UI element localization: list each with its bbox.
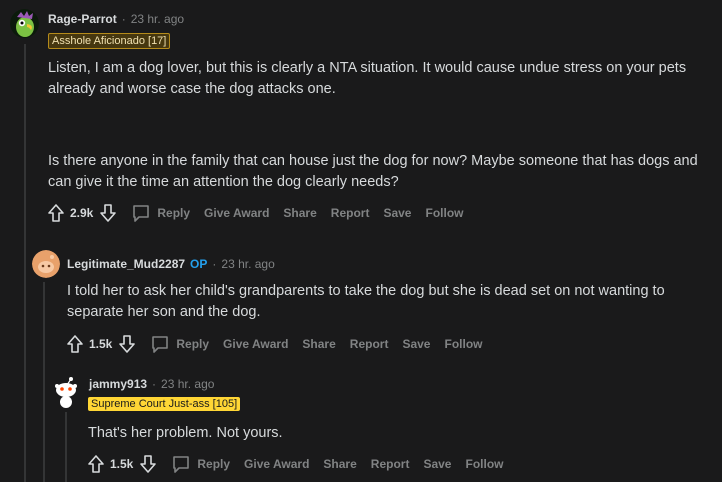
separator-dot: ·: [152, 377, 157, 391]
share-button[interactable]: Share: [283, 206, 316, 220]
follow-label: Follow: [425, 206, 464, 220]
share-button[interactable]: Share: [323, 457, 356, 471]
comment-meta: Rage-Parrot · 23 hr. ago: [48, 12, 184, 26]
username[interactable]: jammy913: [89, 377, 147, 391]
user-flair: Asshole Aficionado [17]: [48, 33, 171, 49]
comment-actions: 2.9k Reply Give Award Share Report Save …: [47, 203, 463, 223]
comment-icon: [173, 456, 190, 473]
user-flair: Supreme Court Just-ass [105]: [88, 397, 241, 411]
thread-line[interactable]: [65, 412, 67, 482]
follow-button[interactable]: Follow: [425, 206, 463, 220]
snoo-avatar-icon: [55, 377, 77, 408]
vote-count: 1.5k: [110, 457, 134, 471]
report-label: Report: [330, 206, 370, 220]
reply-label: Reply: [157, 206, 191, 220]
comment-icon: [152, 336, 169, 353]
vote-count: 2.9k: [70, 206, 94, 220]
share-button[interactable]: Share: [302, 337, 335, 351]
report-button[interactable]: Report: [371, 457, 410, 471]
comment-body: That's her problem. Not yours.: [88, 423, 708, 444]
vote-count: 1.5k: [89, 337, 113, 351]
comment-actions: 1.5k Reply Give Award Share Report Save …: [66, 334, 482, 354]
give-award-button[interactable]: Give Award: [204, 206, 269, 220]
vote-controls: 2.9k: [47, 203, 117, 223]
follow-label: Follow: [444, 337, 483, 351]
save-button[interactable]: Save: [402, 337, 430, 351]
parrot-avatar-icon: [10, 9, 39, 38]
share-label: Share: [302, 337, 336, 351]
share-label: Share: [283, 206, 317, 220]
report-button[interactable]: Report: [331, 206, 370, 220]
avatar[interactable]: [32, 250, 60, 278]
report-button[interactable]: Report: [350, 337, 389, 351]
op-badge: OP: [190, 257, 208, 271]
snoo-avatar-icon: [32, 250, 60, 278]
avatar[interactable]: [52, 376, 80, 408]
downvote-icon[interactable]: [139, 454, 157, 474]
save-label: Save: [423, 457, 452, 471]
thread-line[interactable]: [43, 282, 45, 482]
downvote-icon[interactable]: [99, 203, 117, 223]
upvote-icon[interactable]: [87, 454, 105, 474]
save-label: Save: [383, 206, 412, 220]
give-award-label: Give Award: [223, 337, 289, 351]
timestamp[interactable]: 23 hr. ago: [221, 257, 274, 271]
comment-body: Listen, I am a dog lover, but this is cl…: [48, 58, 713, 193]
vote-controls: 1.5k: [66, 334, 136, 354]
comment-meta: jammy913 · 23 hr. ago: [89, 377, 214, 391]
save-button[interactable]: Save: [383, 206, 411, 220]
comment-actions: 1.5k Reply Give Award Share Report Save …: [87, 454, 503, 474]
username[interactable]: Rage-Parrot: [48, 12, 117, 26]
upvote-icon[interactable]: [66, 334, 84, 354]
give-award-button[interactable]: Give Award: [223, 337, 288, 351]
give-award-label: Give Award: [244, 457, 310, 471]
reply-label: Reply: [197, 457, 231, 471]
reply-label: Reply: [176, 337, 210, 351]
username[interactable]: Legitimate_Mud2287: [67, 257, 185, 271]
avatar[interactable]: [10, 9, 39, 38]
comment-paragraph: That's her problem. Not yours.: [88, 425, 283, 441]
save-button[interactable]: Save: [423, 457, 451, 471]
follow-button[interactable]: Follow: [444, 337, 482, 351]
comment-body: I told her to ask her child's grandparen…: [67, 281, 707, 323]
follow-label: Follow: [465, 457, 504, 471]
give-award-label: Give Award: [204, 206, 270, 220]
report-label: Report: [370, 457, 410, 471]
reply-button[interactable]: Reply: [150, 334, 209, 354]
report-label: Report: [349, 337, 389, 351]
comment-icon: [133, 205, 150, 222]
separator-dot: ·: [121, 12, 126, 26]
upvote-icon[interactable]: [47, 203, 65, 223]
comment-paragraph: Listen, I am a dog lover, but this is cl…: [48, 60, 687, 97]
thread-line[interactable]: [24, 44, 26, 482]
reply-button[interactable]: Reply: [171, 454, 230, 474]
downvote-icon[interactable]: [118, 334, 136, 354]
comment-meta: Legitimate_Mud2287 OP · 23 hr. ago: [67, 257, 275, 271]
reply-button[interactable]: Reply: [131, 203, 190, 223]
give-award-button[interactable]: Give Award: [244, 457, 309, 471]
follow-button[interactable]: Follow: [465, 457, 503, 471]
share-label: Share: [323, 457, 357, 471]
comment-paragraph: I told her to ask her child's grandparen…: [67, 283, 665, 320]
comment-paragraph: Is there anyone in the family that can h…: [48, 153, 698, 190]
separator-dot: ·: [212, 257, 217, 271]
vote-controls: 1.5k: [87, 454, 157, 474]
timestamp[interactable]: 23 hr. ago: [161, 377, 214, 391]
save-label: Save: [402, 337, 431, 351]
timestamp[interactable]: 23 hr. ago: [131, 12, 184, 26]
